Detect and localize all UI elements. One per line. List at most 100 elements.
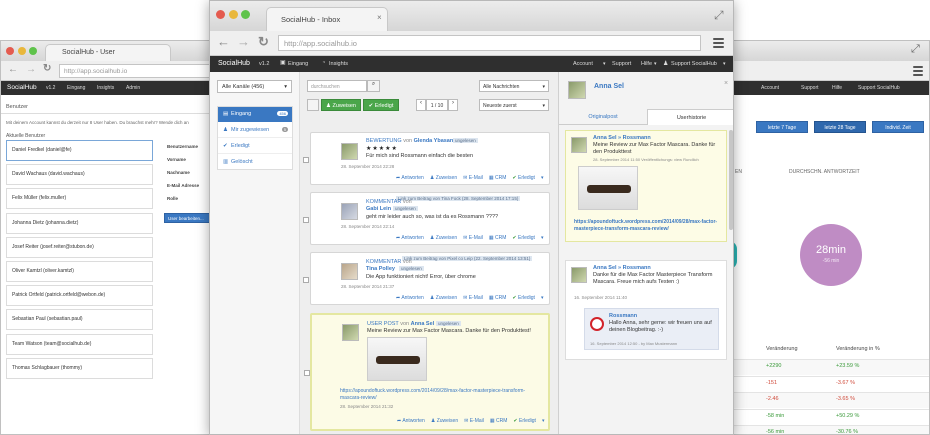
message-author[interactable]: Tina Polley	[366, 266, 395, 272]
nav-support[interactable]: Support	[801, 85, 819, 91]
forward-arrow-icon[interactable]: →	[237, 34, 250, 49]
edit-user-button[interactable]: User bearbeiten...	[164, 213, 214, 223]
minimize-dot[interactable]	[228, 10, 238, 19]
crm-action[interactable]: ▦ CRM	[489, 175, 507, 181]
message-card[interactable]: Link zum Beitrag von Tina Fock (28. Sept…	[303, 192, 550, 245]
range-custom[interactable]: Individ. Zeit	[872, 121, 924, 133]
reply-action[interactable]: ➦ Antworten	[396, 235, 424, 241]
forward-arrow-icon[interactable]: →	[26, 64, 36, 75]
done-action[interactable]: ✔ Erledigt	[513, 418, 536, 424]
nav-support-socialhub[interactable]: Support SocialHub	[858, 85, 900, 91]
assign-action[interactable]: ♟ Zuweisen	[430, 175, 457, 181]
nav-eingang[interactable]: Eingang	[67, 85, 85, 91]
crm-action[interactable]: ▦ CRM	[489, 295, 507, 301]
select-all-checkbox[interactable]	[307, 99, 319, 111]
minimize-dot[interactable]	[17, 47, 26, 55]
message-card-selected[interactable]: USER POST von Anna Sel ungelesen Meine R…	[304, 313, 550, 431]
message-author[interactable]: Gabi Lein	[366, 206, 391, 212]
nav-support-socialhub[interactable]: Support SocialHub	[671, 61, 717, 67]
product-image[interactable]	[367, 337, 427, 381]
history-head[interactable]: Anna Sel » Rossmann	[593, 265, 651, 271]
user-list-item[interactable]: Josef Reiter (josef.reiter@stubon.de)	[6, 236, 153, 258]
nav-support[interactable]: Support	[612, 61, 631, 67]
email-action[interactable]: ✉ E-Mail	[463, 175, 483, 181]
reply-head[interactable]: Rossmann	[609, 313, 637, 319]
assign-action[interactable]: ♟ Zuweisen	[430, 295, 457, 301]
history-post[interactable]: Anna Sel » Rossmann Danke für die Max Fa…	[565, 260, 727, 360]
message-card[interactable]: BEWERTUNG von Glenda Ybasan ungelesen ★★…	[303, 132, 550, 185]
nav-admin[interactable]: Admin	[126, 85, 140, 91]
sort-select[interactable]: Neueste zuerst ▾	[479, 99, 549, 111]
post-link-tag[interactable]: Link zum Beitrag von Pixel co Leip (22. …	[402, 256, 533, 261]
assign-button[interactable]: ♟ Zuweisen	[321, 99, 361, 111]
history-head[interactable]: Anna Sel » Rossmann	[593, 135, 651, 141]
user-list-item[interactable]: Daniel Fredkel (daniel@fe)	[6, 140, 153, 161]
user-list-item[interactable]: Team Watson (team@socialhub.de)	[6, 333, 153, 355]
user-list-item[interactable]: Patrick Ortfeld (patrick.ortfeld@webon.d…	[6, 285, 153, 307]
scrollbar[interactable]	[729, 130, 733, 230]
tab-userhistorie[interactable]: Userhistorie	[647, 109, 733, 125]
folder-eingang[interactable]: ▤ Eingang 456	[218, 107, 292, 122]
done-action[interactable]: ✔ Erledigt	[512, 235, 535, 241]
address-bar[interactable]: http://app.socialhub.io	[59, 64, 225, 78]
done-action[interactable]: ✔ Erledigt	[512, 175, 535, 181]
maximize-dot[interactable]	[241, 10, 251, 19]
expand-icon[interactable]: ⤢	[714, 8, 724, 23]
browser-tab[interactable]: SocialHub - User	[45, 44, 171, 61]
pager-prev-icon[interactable]: ‹	[416, 99, 426, 111]
detail-name[interactable]: Anna Sel	[594, 83, 624, 90]
folder-assigned[interactable]: ♟ Mir zugewiesen 5	[218, 123, 292, 138]
email-action[interactable]: ✉ E-Mail	[463, 295, 483, 301]
nav-eingang[interactable]: Eingang	[288, 61, 308, 67]
search-icon[interactable]: ⌕	[367, 80, 380, 92]
message-checkbox[interactable]	[303, 277, 309, 283]
user-list-item[interactable]: Oliver Kamtzl (oliver.kamtzl)	[6, 261, 153, 282]
crm-action[interactable]: ▦ CRM	[489, 235, 507, 241]
back-arrow-icon[interactable]: ←	[217, 34, 230, 49]
message-author[interactable]: Glenda Ybasan	[414, 138, 454, 144]
tab-originalpost[interactable]: Originalpost	[559, 109, 647, 125]
close-dot[interactable]	[6, 47, 14, 55]
pager-next-icon[interactable]: ›	[448, 99, 458, 111]
message-author[interactable]: Anna Sel	[411, 321, 435, 327]
browser-menu-icon[interactable]	[713, 38, 724, 48]
caret-down-icon[interactable]: ▾	[541, 295, 544, 301]
email-action[interactable]: ✉ E-Mail	[464, 418, 484, 424]
nav-hilfe[interactable]: Hilfe	[641, 61, 652, 67]
email-action[interactable]: ✉ E-Mail	[463, 235, 483, 241]
close-icon[interactable]: ×	[724, 80, 728, 87]
caret-down-icon[interactable]: ▾	[542, 418, 545, 424]
user-list-item[interactable]: Johanna Dietz (johanna.dietz)	[6, 212, 153, 234]
user-list-item[interactable]: Sebastian Paul (sebastian.paul)	[6, 309, 153, 331]
caret-down-icon[interactable]: ▾	[541, 235, 544, 241]
history-image[interactable]	[578, 166, 638, 210]
browser-menu-icon[interactable]	[913, 66, 923, 76]
history-post[interactable]: Anna Sel » Rossmann Meine Review zur Max…	[565, 130, 727, 242]
folder-done[interactable]: ✔ Erledigt	[218, 139, 292, 154]
crm-action[interactable]: ▦ CRM	[490, 418, 508, 424]
folder-deleted[interactable]: ▥ Gelöscht	[218, 155, 292, 170]
brand-reply[interactable]: Rossmann Hallo Anna, sehr gerne: wir fre…	[584, 308, 719, 350]
tab-close-icon[interactable]: ×	[377, 13, 382, 22]
assign-action[interactable]: ♟ Zuweisen	[430, 235, 457, 241]
browser-tab[interactable]: SocialHub - Inbox ×	[266, 7, 388, 31]
message-checkbox[interactable]	[303, 217, 309, 223]
reply-action[interactable]: ➦ Antworten	[396, 295, 424, 301]
reload-icon[interactable]: ↻	[258, 34, 269, 50]
assign-action[interactable]: ♟ Zuweisen	[431, 418, 458, 424]
history-link[interactable]: https://apoundoftuck.wordpress.com/2014/…	[574, 219, 724, 233]
app-logo[interactable]: SocialHub	[7, 84, 37, 91]
nav-account[interactable]: Account	[573, 61, 593, 67]
done-button[interactable]: ✔ Erledigt	[363, 99, 399, 111]
user-list-item[interactable]: David Wachaus (david.wachaus)	[6, 164, 153, 186]
message-filter-select[interactable]: Alle Nachrichten ▾	[479, 80, 549, 92]
reply-action[interactable]: ➦ Antworten	[397, 418, 425, 424]
search-input[interactable]: durchsuchen	[307, 80, 367, 92]
nav-insights[interactable]: Insights	[329, 61, 348, 67]
range-28-days[interactable]: letzte 28 Tage	[814, 121, 866, 133]
back-arrow-icon[interactable]: ←	[8, 64, 18, 75]
nav-hilfe[interactable]: Hilfe	[832, 85, 842, 91]
user-list-item[interactable]: Thomas Schlagbauer (thommy)	[6, 357, 153, 379]
blog-link[interactable]: https://apoundoftuck.wordpress.com/2014/…	[340, 388, 545, 402]
message-card[interactable]: Link zum Beitrag von Pixel co Leip (22. …	[303, 252, 550, 305]
